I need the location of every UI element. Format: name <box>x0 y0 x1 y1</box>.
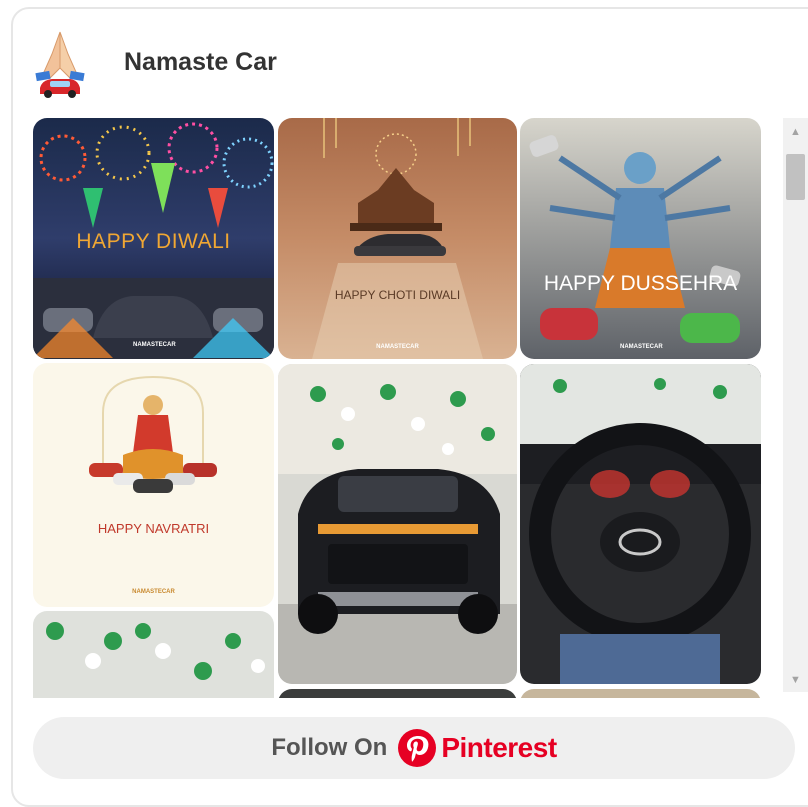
pin-showroom-balloons[interactable] <box>33 611 274 698</box>
pin-happy-navratri[interactable]: HAPPY NAVRATRI NAMASTECAR <box>33 363 274 607</box>
pin-happy-dussehra[interactable]: HAPPY DUSSEHRA NAMASTECAR <box>520 118 761 359</box>
pin-caption: HAPPY DUSSEHRA <box>543 272 738 295</box>
pin-happy-diwali[interactable]: HAPPY DIWALI NAMASTECAR <box>33 118 274 359</box>
folded-hands-car-logo-icon[interactable] <box>30 28 90 100</box>
scroll-thumb[interactable] <box>786 154 805 200</box>
pin-grid[interactable]: HAPPY DIWALI NAMASTECAR HAPPY CHOTI DIWA… <box>33 118 779 698</box>
pin-partial[interactable] <box>278 689 517 698</box>
watermark: NAMASTECAR <box>133 342 176 348</box>
follow-on-pinterest-button[interactable]: Follow On Pinterest <box>33 717 795 779</box>
grid-scrollbar[interactable]: ▲ ▼ <box>783 118 808 692</box>
pin-hyundai-steering[interactable] <box>520 364 761 684</box>
scroll-up-arrow-icon[interactable]: ▲ <box>783 122 808 142</box>
pinterest-p-icon <box>397 728 437 768</box>
board-header <box>30 28 90 100</box>
pin-black-suv-showroom[interactable] <box>278 364 517 684</box>
scroll-down-arrow-icon[interactable]: ▼ <box>783 670 808 690</box>
pin-partial[interactable] <box>520 689 761 698</box>
board-title[interactable]: Namaste Car <box>124 48 277 77</box>
pin-caption: HAPPY DIWALI <box>76 230 231 253</box>
watermark: NAMASTECAR <box>132 589 175 595</box>
pin-caption: HAPPY CHOTI DIWALI <box>334 288 461 302</box>
watermark: NAMASTECAR <box>376 344 419 350</box>
pin-happy-choti-diwali[interactable]: HAPPY CHOTI DIWALI NAMASTECAR <box>278 118 517 359</box>
pin-caption: HAPPY NAVRATRI <box>97 521 210 536</box>
watermark: NAMASTECAR <box>620 344 663 350</box>
pinterest-wordmark: Pinterest <box>441 732 557 763</box>
follow-label: Follow On <box>271 734 388 761</box>
